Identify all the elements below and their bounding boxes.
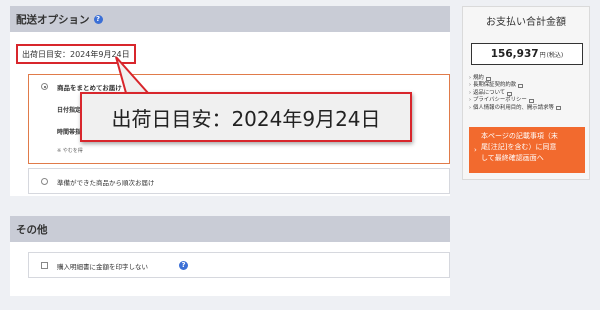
link-personal-info[interactable]: › 個人情報の利用目的、開示請求等 xyxy=(469,105,587,112)
no-price-label: 購入明細書に金額を印字しない xyxy=(57,263,148,271)
total-amount: 156,937 xyxy=(490,48,539,60)
callout-text: 出荷日目安：2024年9月24日 xyxy=(111,106,381,131)
policy-links: › 規約 › 長期保証契約約款 › 返品について › プライバシーポリシー › 個人情報の… xyxy=(469,75,587,112)
delivery-note: ※ やむを得 xyxy=(57,148,83,154)
chevron-right-icon: › xyxy=(469,97,471,104)
external-link-icon xyxy=(485,76,491,81)
total-unit: 円 xyxy=(539,51,546,59)
payment-summary: お支払い合計金額 156,937 円 (税込) › 規約 › 長期保証契約約款 › 返… xyxy=(462,6,590,180)
help-icon[interactable]: ? xyxy=(93,14,103,24)
ship-date-callout: 出荷日目安：2024年9月24日 xyxy=(80,92,412,142)
bundle-radio[interactable] xyxy=(41,83,48,90)
external-link-icon xyxy=(555,106,561,111)
chevron-right-icon: › xyxy=(469,89,471,96)
page-background: 配送オプション ? 出荷日目安：2024年9月24日 商品をまとめてお届け 日付… xyxy=(0,0,600,310)
link-warranty[interactable]: › 長期保証契約約款 xyxy=(469,82,587,89)
delivery-options-title: 配送オプション xyxy=(16,13,90,26)
separate-label: 準備ができた商品から順次お届け xyxy=(57,179,155,187)
help-icon[interactable]: ? xyxy=(179,261,188,270)
link-privacy-label: プライバシーポリシー xyxy=(473,97,527,104)
chevron-right-icon: › xyxy=(469,82,471,89)
separate-radio[interactable] xyxy=(41,178,48,185)
external-link-icon xyxy=(507,91,513,96)
delivery-options-header: 配送オプション ? xyxy=(10,6,450,32)
proceed-to-confirm-button[interactable]: › 本ページの記載事項（末 尾[注記]を含む）に同意 して最終確認画面へ xyxy=(469,127,585,173)
option-separate-delivery[interactable]: 準備ができた商品から順次お届け xyxy=(28,168,450,194)
link-privacy[interactable]: › プライバシーポリシー xyxy=(469,97,587,104)
total-amount-box: 156,937 円 (税込) xyxy=(471,43,583,65)
no-price-option: 購入明細書に金額を印字しない ? xyxy=(28,252,450,278)
callout-pointer xyxy=(115,56,151,94)
confirm-line-1: 本ページの記載事項（末 xyxy=(481,132,558,140)
confirm-line-3: して最終確認画面へ xyxy=(481,154,544,162)
link-warranty-label: 長期保証契約約款 xyxy=(473,82,517,89)
date-specify-label: 日付指定 xyxy=(57,107,82,114)
tax-label: (税込) xyxy=(546,51,564,59)
chevron-right-icon: › xyxy=(474,146,477,154)
chevron-right-icon: › xyxy=(469,75,471,81)
confirm-line-2: 尾[注記]を含む）に同意 xyxy=(481,143,557,151)
other-panel: その他 購入明細書に金額を印字しない ? xyxy=(10,216,450,296)
other-title: その他 xyxy=(16,223,48,236)
chevron-right-icon: › xyxy=(469,104,471,111)
link-personal-info-label: 個人情報の利用目的、開示請求等 xyxy=(473,104,554,111)
other-header: その他 xyxy=(10,216,450,242)
external-link-icon xyxy=(518,84,524,89)
no-price-checkbox[interactable] xyxy=(41,262,48,269)
summary-title: お支払い合計金額 xyxy=(486,17,566,28)
external-link-icon xyxy=(528,98,534,103)
